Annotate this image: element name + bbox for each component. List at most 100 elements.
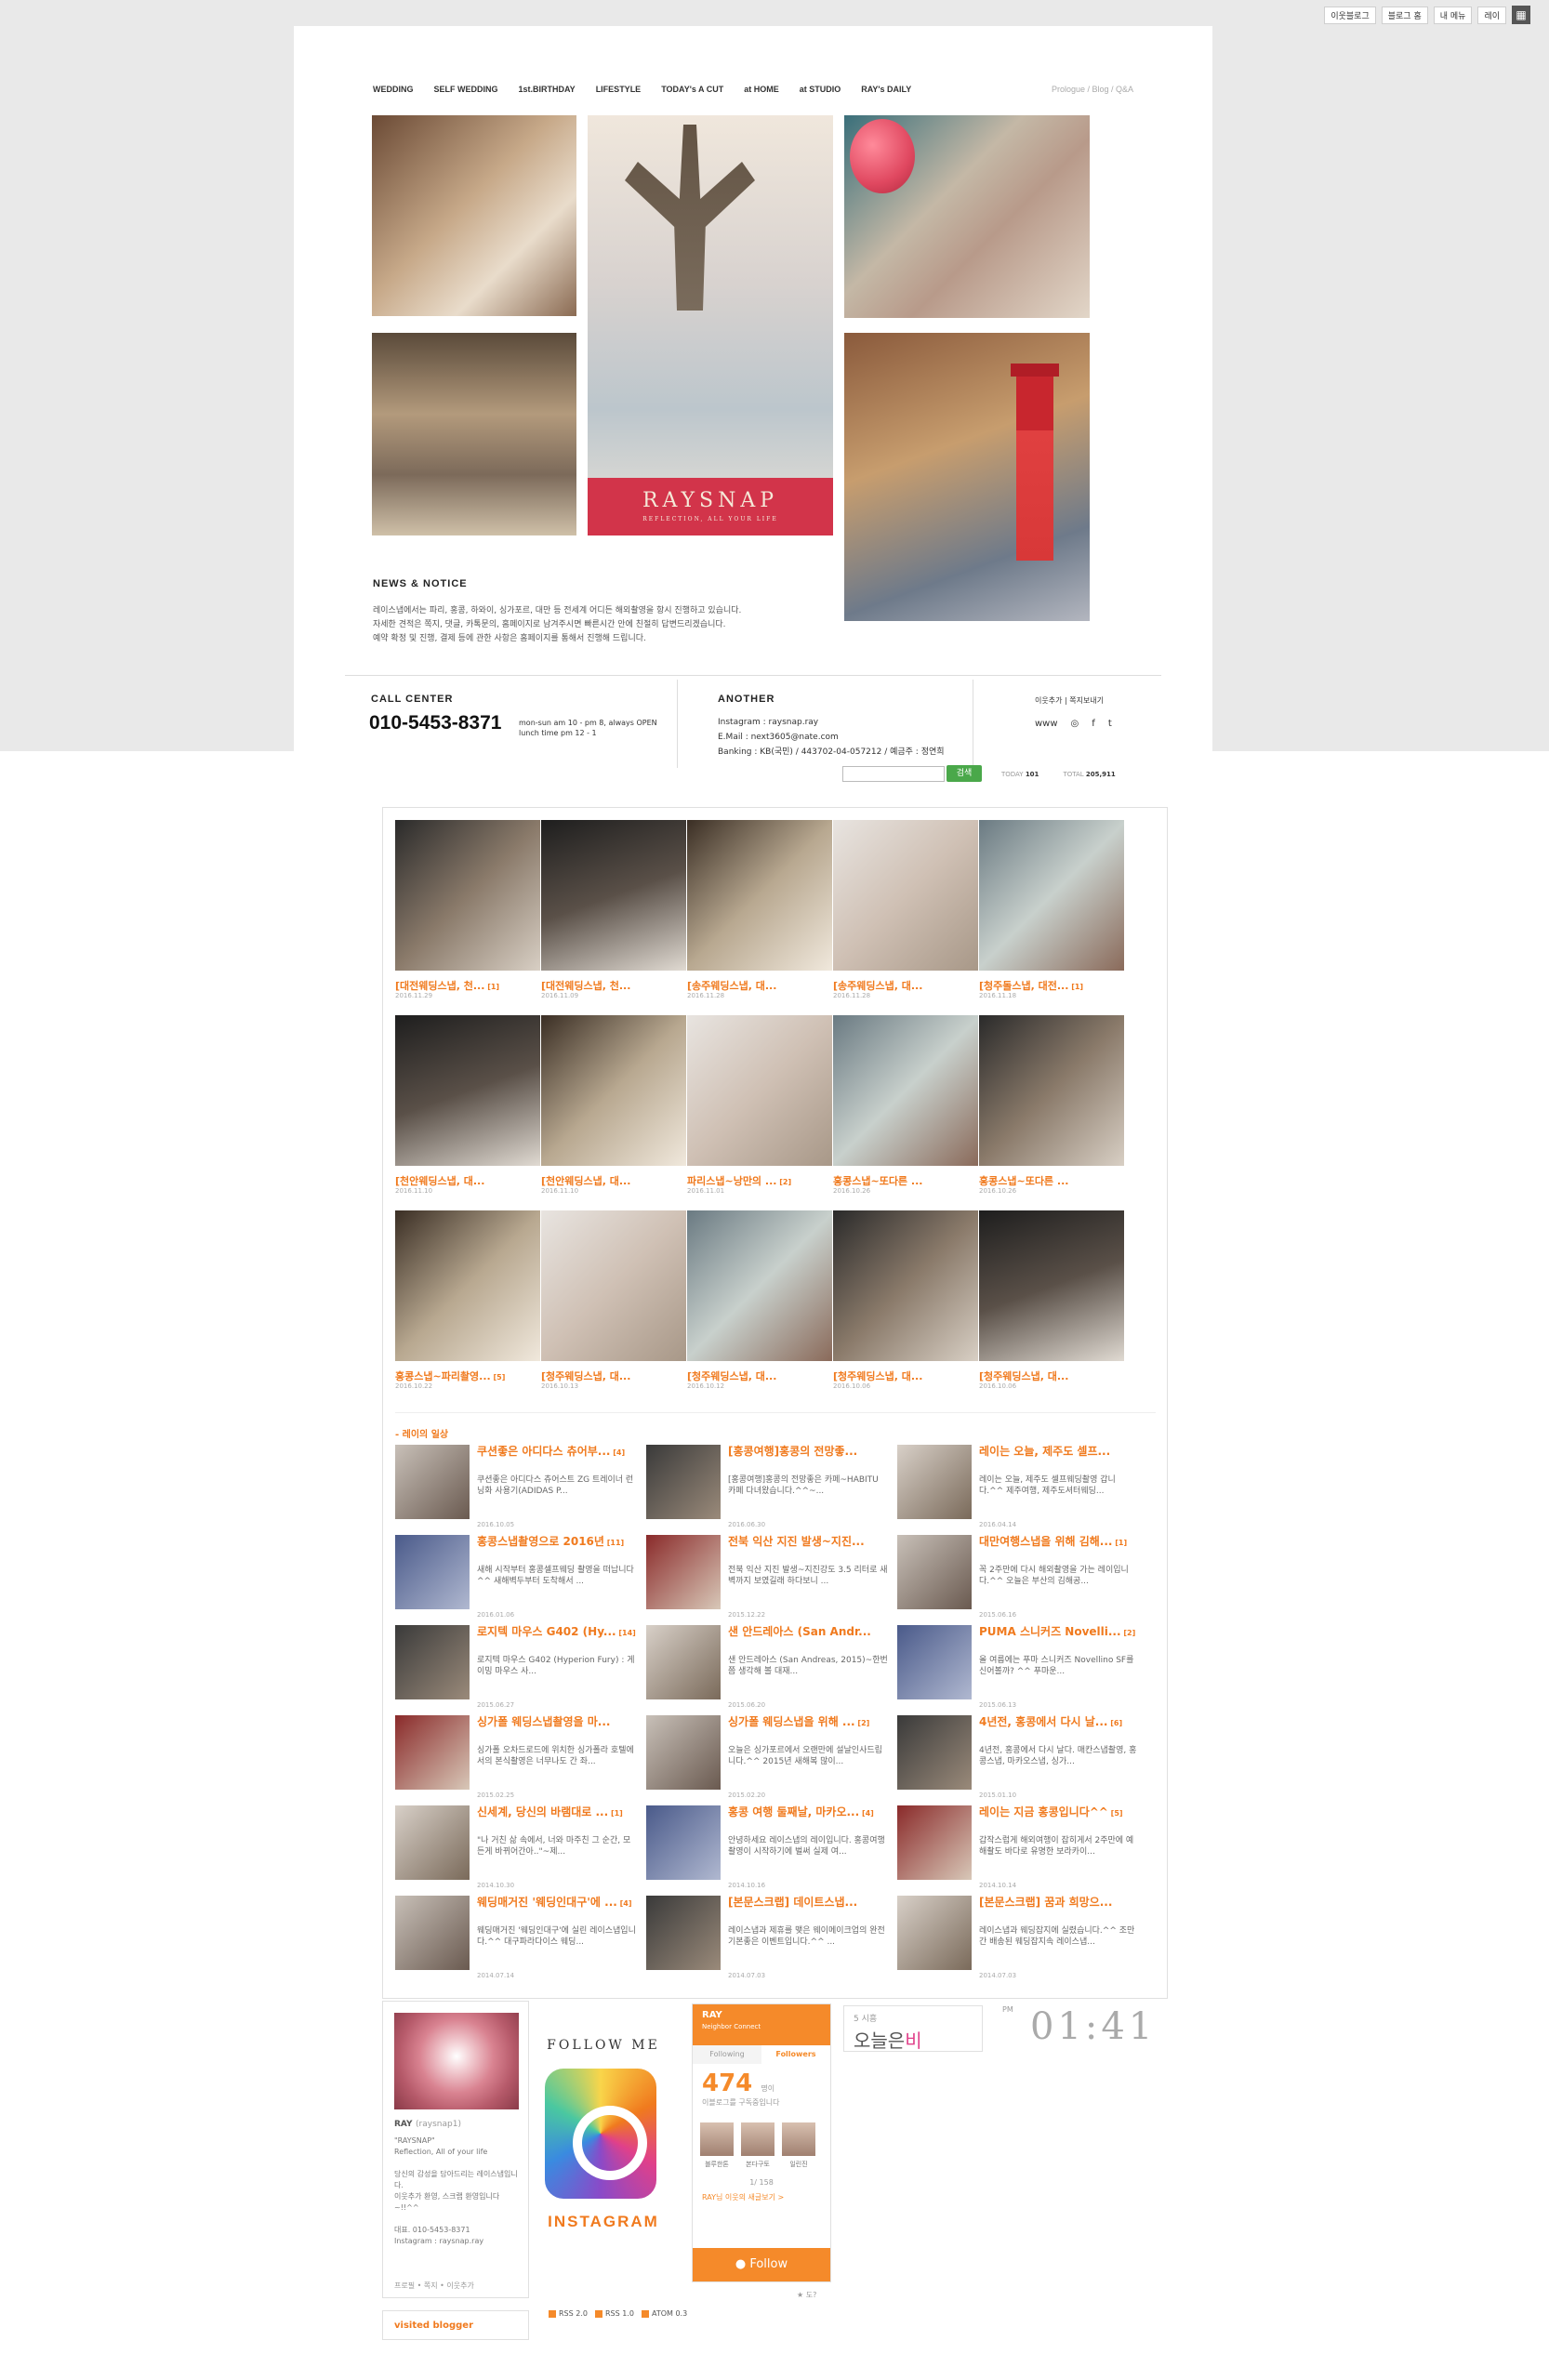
post-thumbnail[interactable]	[687, 1015, 832, 1166]
daily-item[interactable]: PUMA 스니커즈 Novelli... [2] 올 여름에는 푸마 스니커즈 N…	[897, 1625, 1139, 1709]
post-thumbnail[interactable]	[541, 820, 686, 971]
nav-wedding[interactable]: WEDDING	[373, 85, 414, 94]
post-thumbnail[interactable]	[979, 820, 1124, 971]
nav-self-wedding[interactable]: SELF WEDDING	[434, 85, 498, 94]
daily-item[interactable]: [홍콩여행]홍콩의 전망좋... [홍콩여행]홍콩의 전망좋은 카페~HABITU…	[646, 1445, 888, 1528]
post-title[interactable]: 홍콩스냅~파리촬영... [5]	[395, 1368, 542, 1383]
daily-title[interactable]: 전북 익산 지진 발생~지진...	[728, 1535, 888, 1563]
web-icon[interactable]: www	[1035, 719, 1058, 729]
daily-title[interactable]: 샌 안드레아스 (San Andr...	[728, 1625, 888, 1653]
post-title[interactable]: [천안웨딩스냅, 대...	[541, 1173, 688, 1188]
hero-photo-balloon[interactable]	[844, 115, 1090, 318]
daily-item[interactable]: 싱가폴 웨딩스냅촬영을 마... 싱가폴 오차드로드에 위치한 싱가폴라 호텔에서…	[395, 1715, 637, 1799]
post-title[interactable]: 파리스냅~낭만의 ... [2]	[687, 1173, 834, 1188]
daily-item[interactable]: 전북 익산 지진 발생~지진... 전북 익산 지진 발생~지진강도 3.5 리터…	[646, 1535, 888, 1619]
rss-2-link[interactable]: RSS 2.0	[549, 2309, 588, 2318]
post-thumbnail[interactable]	[395, 1210, 540, 1361]
util-blog-home[interactable]: 블로그 홈	[1381, 6, 1428, 24]
daily-title[interactable]: 대만여행스냅을 위해 김해... [1]	[979, 1535, 1139, 1563]
daily-thumbnail[interactable]	[395, 1805, 470, 1880]
post-title[interactable]: [대전웨딩스냅, 천...	[541, 978, 688, 993]
post-title[interactable]: [송주웨딩스냅, 대...	[833, 978, 980, 993]
daily-title[interactable]: 레이는 오늘, 제주도 셀프...	[979, 1445, 1139, 1473]
daily-title[interactable]: 레이는 지금 홍콩입니다^^ [5]	[979, 1805, 1139, 1833]
hero-photo-paris[interactable]: RAYSNAP REFLECTION, ALL YOUR LIFE	[588, 115, 833, 536]
profile-image[interactable]	[394, 2013, 519, 2109]
daily-thumbnail[interactable]	[646, 1715, 721, 1790]
instagram-logo-icon[interactable]	[545, 2069, 656, 2199]
follower-avatar[interactable]: 블루한톤	[700, 2122, 734, 2169]
daily-title[interactable]: [본문스크랩] 데이트스냅...	[728, 1896, 888, 1924]
daily-title[interactable]: 웨딩매거진 '웨딩인대구'에 ... [4]	[477, 1896, 637, 1924]
follower-pagination[interactable]: 1/ 158	[693, 2178, 830, 2187]
daily-title[interactable]: 로지텍 마우스 G402 (Hy... [14]	[477, 1625, 637, 1653]
hero-photo-lighthouse[interactable]	[844, 333, 1090, 621]
facebook-icon[interactable]: f	[1092, 719, 1095, 729]
post-title[interactable]: [대전웨딩스냅, 천... [1]	[395, 978, 542, 993]
daily-title[interactable]: [홍콩여행]홍콩의 전망좋...	[728, 1445, 888, 1473]
daily-title[interactable]: [본문스크랩] 꿈과 희망으...	[979, 1896, 1139, 1924]
nav-at-home[interactable]: at HOME	[744, 85, 779, 94]
daily-item[interactable]: 쿠션좋은 아디다스 츄어부... [4] 쿠션좋은 아디다스 츄어스트 ZG 트레…	[395, 1445, 637, 1528]
daily-title[interactable]: 신세계, 당신의 바램대로 ... [1]	[477, 1805, 637, 1833]
post-thumbnail[interactable]	[833, 1210, 978, 1361]
follower-avatar[interactable]: 본다구토	[741, 2122, 774, 2169]
nav-lifestyle[interactable]: LIFESTYLE	[596, 85, 642, 94]
post-thumbnail[interactable]	[687, 1210, 832, 1361]
visited-blogger[interactable]: visited blogger	[382, 2310, 529, 2340]
post-thumbnail[interactable]	[833, 1015, 978, 1166]
daily-thumbnail[interactable]	[646, 1805, 721, 1880]
instagram-icon[interactable]: ◎	[1071, 719, 1079, 729]
daily-item[interactable]: 싱가폴 웨딩스냅을 위해 ... [2] 오늘은 싱가포르에서 오랜만에 설날인사…	[646, 1715, 888, 1799]
nav-birthday[interactable]: 1st.BIRTHDAY	[519, 85, 576, 94]
daily-item[interactable]: 홍콩 여행 둘째날, 마카오... [4] 안녕하세요 레이스냅의 레이입니다. …	[646, 1805, 888, 1889]
daily-title[interactable]: 4년전, 홍콩에서 다시 날... [6]	[979, 1715, 1139, 1743]
post-thumbnail[interactable]	[833, 820, 978, 971]
daily-title[interactable]: 홍콩스냅촬영으로 2016년 [11]	[477, 1535, 637, 1563]
daily-thumbnail[interactable]	[897, 1535, 972, 1609]
instagram-widget[interactable]: FOLLOW ME INSTAGRAM	[543, 2017, 664, 2250]
nav-secondary[interactable]: Prologue / Blog / Q&A	[1052, 85, 1133, 94]
daily-title[interactable]: 싱가폴 웨딩스냅을 위해 ... [2]	[728, 1715, 888, 1743]
daily-item[interactable]: 로지텍 마우스 G402 (Hy... [14] 로지텍 마우스 G402 (Hy…	[395, 1625, 637, 1709]
daily-item[interactable]: 레이는 지금 홍콩입니다^^ [5] 갑작스럽게 해외여행이 잡히게서 2주만에 …	[897, 1805, 1139, 1889]
daily-thumbnail[interactable]	[897, 1805, 972, 1880]
util-user[interactable]: 레이	[1477, 6, 1506, 24]
daily-item[interactable]: 대만여행스냅을 위해 김해... [1] 꼭 2주만에 다시 해외촬영을 가는 레…	[897, 1535, 1139, 1619]
rss-1-link[interactable]: RSS 1.0	[595, 2309, 634, 2318]
daily-thumbnail[interactable]	[897, 1715, 972, 1790]
nav-todays-cut[interactable]: TODAY's A CUT	[661, 85, 723, 94]
hero-photo-couple[interactable]	[372, 115, 576, 316]
daily-thumbnail[interactable]	[897, 1445, 972, 1519]
post-title[interactable]: [천안웨딩스냅, 대...	[395, 1173, 542, 1188]
search-button[interactable]: 검색	[947, 765, 982, 782]
post-title[interactable]: 홍콩스냅~또다른 ...	[833, 1173, 980, 1188]
daily-thumbnail[interactable]	[646, 1896, 721, 1970]
daily-title[interactable]: 홍콩 여행 둘째날, 마카오... [4]	[728, 1805, 888, 1833]
daily-title[interactable]: 싱가폴 웨딩스냅촬영을 마...	[477, 1715, 637, 1743]
profile-footer-links[interactable]: 프로필 • 쪽지 • 이웃추가	[394, 2281, 474, 2291]
util-my-menu[interactable]: 내 메뉴	[1433, 6, 1473, 24]
daily-item[interactable]: [본문스크랩] 꿈과 희망으... 레이스냅과 웨딩잡지에 실렸습니다.^^ 조만…	[897, 1896, 1139, 1979]
post-title[interactable]: [청주웨딩스냅, 대...	[541, 1368, 688, 1383]
daily-item[interactable]: 홍콩스냅촬영으로 2016년 [11] 새해 시작부터 홍콩셀프웨딩 촬영을 떠납…	[395, 1535, 637, 1619]
post-title[interactable]: [청주웨딩스냅, 대...	[687, 1368, 834, 1383]
daily-item[interactable]: 레이는 오늘, 제주도 셀프... 레이는 오늘, 제주도 셀프웨딩촬영 갑니다.…	[897, 1445, 1139, 1528]
follow-button[interactable]: ● Follow	[693, 2248, 830, 2281]
post-title[interactable]: [청주돌스냅, 대전... [1]	[979, 978, 1126, 993]
twitter-icon[interactable]: t	[1108, 719, 1112, 729]
daily-thumbnail[interactable]	[646, 1625, 721, 1699]
nav-at-studio[interactable]: at STUDIO	[800, 85, 841, 94]
post-title[interactable]: [청주웨딩스냅, 대...	[833, 1368, 980, 1383]
daily-title[interactable]: 쿠션좋은 아디다스 츄어부... [4]	[477, 1445, 637, 1473]
daily-title[interactable]: PUMA 스니커즈 Novelli... [2]	[979, 1625, 1139, 1653]
post-thumbnail[interactable]	[541, 1015, 686, 1166]
util-neighbor-blog[interactable]: 이웃블로그	[1324, 6, 1376, 24]
post-title[interactable]: [송주웨딩스냅, 대...	[687, 978, 834, 993]
post-title[interactable]: 홍콩스냅~또다른 ...	[979, 1173, 1126, 1188]
neighbor-links[interactable]: 이웃추가 | 쪽지보내기	[1035, 695, 1104, 706]
daily-item[interactable]: 신세계, 당신의 바램대로 ... [1] "나 거친 삶 속에서, 너와 마주친…	[395, 1805, 637, 1889]
post-thumbnail[interactable]	[979, 1210, 1124, 1361]
neighbor-help[interactable]: ★ 도?	[797, 2290, 816, 2300]
daily-item[interactable]: 4년전, 홍콩에서 다시 날... [6] 4년전, 홍콩에서 다시 날다. 매칸…	[897, 1715, 1139, 1799]
